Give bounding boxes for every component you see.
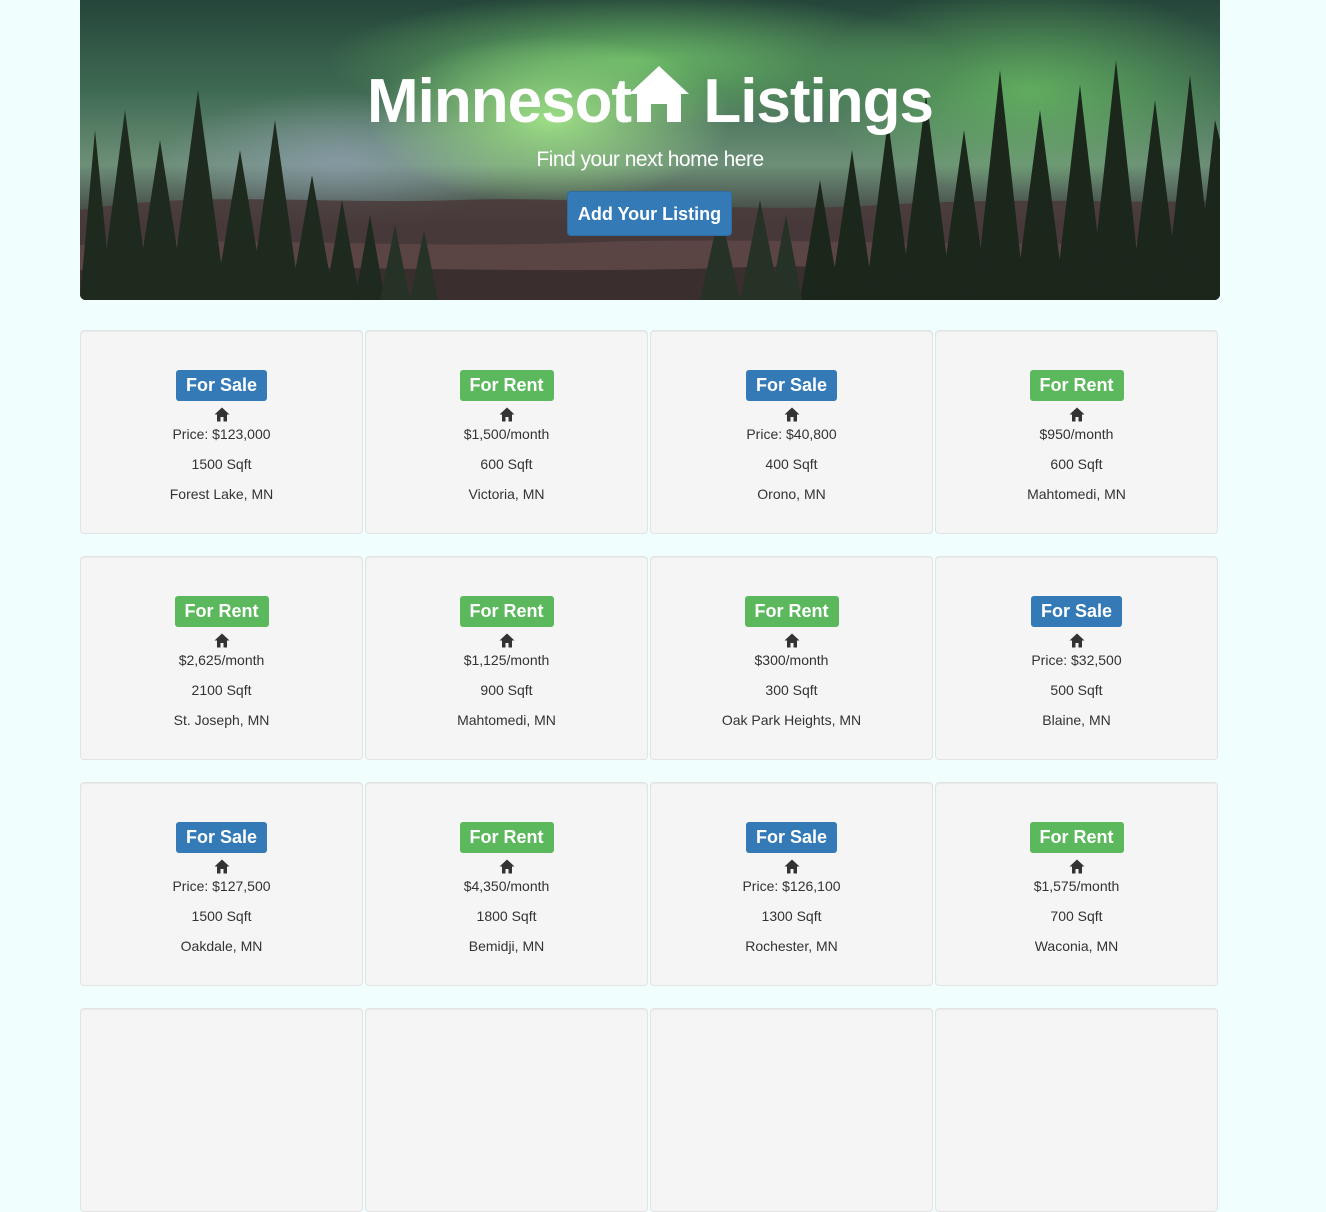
home-icon <box>1069 407 1084 422</box>
listing-location: Mahtomedi, MN <box>457 712 556 728</box>
listing-sqft: 400 Sqft <box>765 456 818 472</box>
listing-card: For Rent $1,125/month 900 Sqft Mahtomedi, M… <box>365 556 648 760</box>
listing-price: $950/month <box>1039 426 1114 442</box>
listing-location: Bemidji, MN <box>468 938 545 954</box>
hero-banner: Minnesot Listings Find your next home he… <box>80 0 1220 300</box>
listing-sqft: 1500 Sqft <box>191 908 252 924</box>
title-text-after: Listings <box>703 67 934 136</box>
status-badge: For Sale <box>175 822 268 853</box>
listing-price: Price: $126,100 <box>742 878 841 894</box>
listing-price: Price: $123,000 <box>172 426 271 442</box>
status-badge: For Rent <box>459 596 554 627</box>
status-badge: For Rent <box>459 370 554 401</box>
status-badge: For Rent <box>744 596 839 627</box>
listing-card: For Rent $300/month 300 Sqft Oak Park Heigh… <box>650 556 933 760</box>
listing-sqft: 500 Sqft <box>1050 682 1103 698</box>
hero-subtitle: Find your next home here <box>536 148 764 171</box>
status-badge: For Rent <box>1029 822 1124 853</box>
listing-sqft: 1800 Sqft <box>476 908 537 924</box>
home-icon <box>1069 859 1084 874</box>
listing-card: For Sale Price: $126,100 1300 Sqft Rocheste… <box>650 782 933 986</box>
listing-price: $1,500/month <box>463 426 550 442</box>
home-icon <box>499 407 514 422</box>
listing-sqft: 1500 Sqft <box>191 456 252 472</box>
listing-card: For Rent $950/month 600 Sqft Mahtomedi, MN <box>935 330 1218 534</box>
listing-location: St. Joseph, MN <box>173 712 270 728</box>
home-icon <box>499 859 514 874</box>
status-badge: For Rent <box>459 822 554 853</box>
listing-location: Victoria, MN <box>468 486 545 502</box>
listing-location: Blaine, MN <box>1042 712 1111 728</box>
listing-price: $4,350/month <box>463 878 550 894</box>
listing-location: Oak Park Heights, MN <box>721 712 862 728</box>
status-badge: For Rent <box>1029 370 1124 401</box>
listing-price: $300/month <box>754 652 829 668</box>
listing-location: Rochester, MN <box>745 938 838 954</box>
listing-card: For Sale Price: $32,500 500 Sqft Blaine, MN <box>935 556 1218 760</box>
status-badge: For Sale <box>745 370 838 401</box>
home-icon <box>784 407 799 422</box>
listing-price: $2,625/month <box>178 652 265 668</box>
listing-price: Price: $40,800 <box>746 426 837 442</box>
home-icon <box>784 859 799 874</box>
listing-sqft: 300 Sqft <box>765 682 818 698</box>
home-icon <box>784 633 799 648</box>
listing-card: For Rent $4,350/month 1800 Sqft Bemidji, MN <box>365 782 648 986</box>
listing-sqft: 600 Sqft <box>1050 456 1103 472</box>
home-icon <box>214 633 229 648</box>
listing-price: Price: $32,500 <box>1031 652 1122 668</box>
listing-sqft: 2100 Sqft <box>191 682 252 698</box>
home-icon <box>214 407 229 422</box>
listing-card: For Rent $1,500/month 600 Sqft Victoria, MN <box>365 330 648 534</box>
listing-card <box>935 1008 1218 1212</box>
listing-location: Oakdale, MN <box>180 938 263 954</box>
page-container: Minnesot Listings Find your next home he… <box>80 0 1220 1212</box>
listing-card: For Sale Price: $123,000 1500 Sqft Forest L… <box>80 330 363 534</box>
listing-price: $1,125/month <box>463 652 550 668</box>
listing-price: $1,575/month <box>1033 878 1120 894</box>
title-text-before: Minnesot <box>366 67 632 136</box>
listing-location: Waconia, MN <box>1034 938 1119 954</box>
listing-price: Price: $127,500 <box>172 878 271 894</box>
home-icon <box>214 859 229 874</box>
listing-card: For Sale Price: $40,800 400 Sqft Orono, MN <box>650 330 933 534</box>
listing-sqft: 1300 Sqft <box>761 908 822 924</box>
listing-card <box>365 1008 648 1212</box>
listing-sqft: 600 Sqft <box>480 456 533 472</box>
listing-location: Forest Lake, MN <box>169 486 274 502</box>
status-badge: For Sale <box>1030 596 1123 627</box>
page-title: Minnesot Listings <box>80 62 1220 142</box>
status-badge: For Sale <box>745 822 838 853</box>
status-badge: For Rent <box>174 596 269 627</box>
add-listing-button[interactable]: Add Your Listing <box>567 191 732 236</box>
listing-sqft: 700 Sqft <box>1050 908 1103 924</box>
home-icon <box>499 633 514 648</box>
listing-sqft: 900 Sqft <box>480 682 533 698</box>
home-icon <box>1069 633 1084 648</box>
listing-card: For Sale Price: $127,500 1500 Sqft Oakdale,… <box>80 782 363 986</box>
home-icon <box>629 66 690 122</box>
listing-card <box>650 1008 933 1212</box>
status-badge: For Sale <box>175 370 268 401</box>
listing-card: For Rent $2,625/month 2100 Sqft St. Joseph,… <box>80 556 363 760</box>
listing-card <box>80 1008 363 1212</box>
listing-location: Orono, MN <box>757 486 826 502</box>
listing-card: For Rent $1,575/month 700 Sqft Waconia, MN <box>935 782 1218 986</box>
listing-location: Mahtomedi, MN <box>1027 486 1126 502</box>
